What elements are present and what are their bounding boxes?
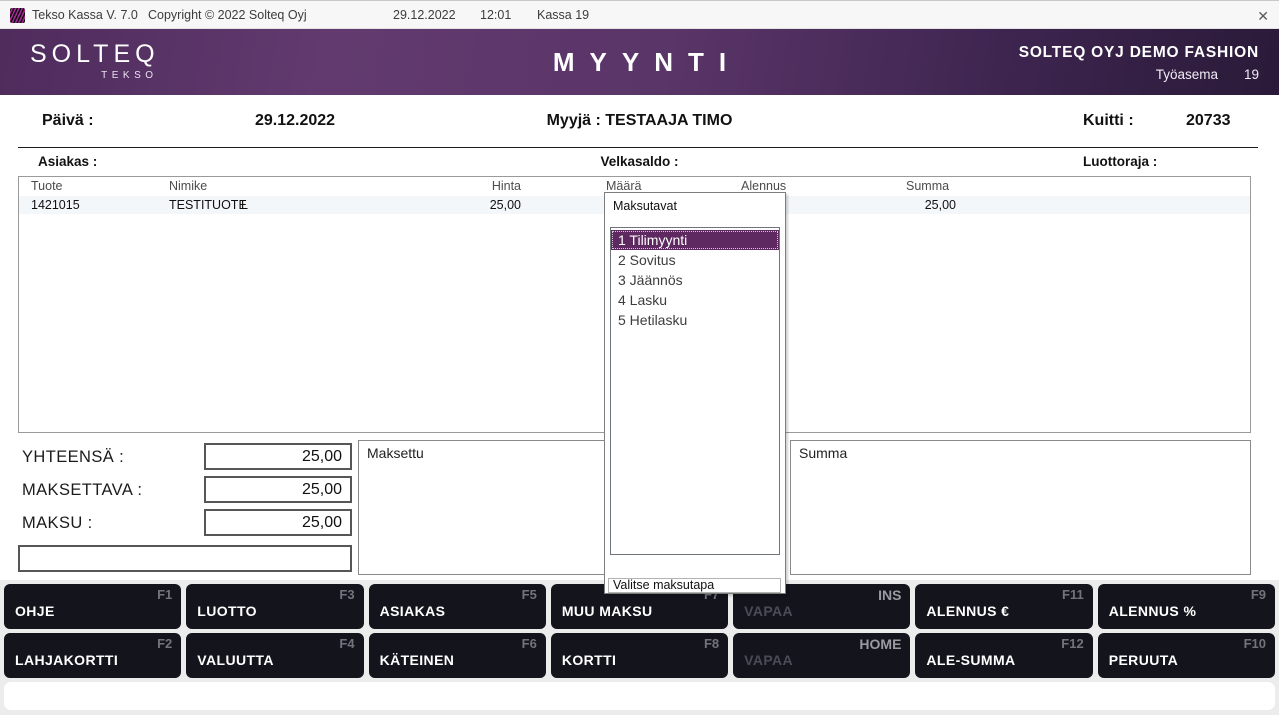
button-ale-summa[interactable]: F12 ALE-SUMMA	[915, 633, 1092, 678]
button-label: OHJE	[15, 603, 55, 619]
button-label: ALE-SUMMA	[926, 652, 1015, 668]
function-button-grid: F1OHJE F3LUOTTO F5ASIAKAS F7MUU MAKSU IN…	[4, 584, 1275, 678]
col-header-maara: Määrä	[606, 179, 641, 193]
list-item-tilimyynti[interactable]: 1 Tilimyynti	[611, 230, 779, 250]
function-button-bar: F1OHJE F3LUOTTO F5ASIAKAS F7MUU MAKSU IN…	[0, 580, 1279, 715]
message-field[interactable]	[18, 545, 352, 572]
list-item-sovitus[interactable]: 2 Sovitus	[611, 250, 779, 270]
store-name: SOLTEQ OYJ DEMO FASHION	[1019, 44, 1259, 62]
cell-koko: L	[241, 198, 248, 212]
fkey-label: F5	[522, 587, 537, 602]
workstation-label: Työasema	[1156, 67, 1218, 82]
fkey-label: F9	[1251, 587, 1266, 602]
list-item-hetilasku[interactable]: 5 Hetilasku	[611, 310, 779, 330]
app-title: Tekso Kassa V. 7.0	[32, 8, 138, 22]
col-header-nimike: Nimike	[169, 179, 207, 193]
payment-methods-dialog: Maksutavat 1 Tilimyynti 2 Sovitus 3 Jään…	[604, 192, 786, 594]
button-alennus-euro[interactable]: F11 ALENNUS €	[915, 584, 1092, 629]
button-label: PERUUTA	[1109, 652, 1178, 668]
button-valuutta[interactable]: F4 VALUUTTA	[186, 633, 363, 678]
payable-label: MAKSETTAVA :	[22, 481, 142, 500]
tekso-logo-icon	[10, 8, 25, 23]
button-lahjakortti[interactable]: F2 LAHJAKORTTI	[4, 633, 181, 678]
button-label: LUOTTO	[197, 603, 257, 619]
titlebar-time: 12:01	[480, 8, 511, 22]
receipt-number: 20733	[1186, 112, 1231, 130]
payment-label: MAKSU :	[22, 514, 93, 533]
fkey-label: INS	[878, 587, 901, 603]
sum-panel-label: Summa	[799, 445, 847, 461]
copyright-text: Copyright © 2022 Solteq Oyj	[148, 8, 307, 22]
col-header-tuote: Tuote	[31, 179, 63, 193]
col-header-alennus: Alennus	[741, 179, 786, 193]
button-label: KORTTI	[562, 652, 617, 668]
close-icon[interactable]: ✕	[1257, 8, 1269, 25]
sum-panel: Summa	[790, 440, 1251, 575]
fkey-label: F10	[1244, 636, 1266, 651]
button-ohje[interactable]: F1 OHJE	[4, 584, 181, 629]
credit-limit-label: Luottoraja :	[1083, 154, 1157, 169]
footer-input-bar[interactable]	[4, 682, 1275, 710]
fkey-label: F2	[157, 636, 172, 651]
workstation-value: 19	[1244, 67, 1259, 82]
titlebar: Tekso Kassa V. 7.0 Copyright © 2022 Solt…	[0, 0, 1279, 29]
button-kateinen[interactable]: F6 KÄTEINEN	[369, 633, 546, 678]
button-alennus-prosentti[interactable]: F9 ALENNUS %	[1098, 584, 1275, 629]
titlebar-date: 29.12.2022	[393, 8, 456, 22]
app-header: SOLTEQ TEKSO MYYNTI SOLTEQ OYJ DEMO FASH…	[0, 29, 1279, 95]
button-label: LAHJAKORTTI	[15, 652, 118, 668]
total-label: YHTEENSÄ :	[22, 448, 124, 467]
cell-summa: 25,00	[879, 198, 956, 212]
button-kortti[interactable]: F8 KORTTI	[551, 633, 728, 678]
fkey-label: HOME	[859, 636, 901, 652]
button-label: MUU MAKSU	[562, 603, 653, 619]
payment-methods-list: 1 Tilimyynti 2 Sovitus 3 Jäännös 4 Lasku…	[610, 227, 780, 555]
list-item-lasku[interactable]: 4 Lasku	[611, 290, 779, 310]
info-divider	[18, 147, 1258, 148]
cell-tuote: 1421015	[31, 198, 80, 212]
fkey-label: F4	[339, 636, 354, 651]
store-info: SOLTEQ OYJ DEMO FASHION Työasema 19	[1019, 44, 1259, 82]
paid-panel-label: Maksettu	[367, 445, 424, 461]
list-item-jaannos[interactable]: 3 Jäännös	[611, 270, 779, 290]
dialog-title: Maksutavat	[613, 199, 677, 213]
button-label: ALENNUS €	[926, 603, 1009, 619]
col-header-summa: Summa	[906, 179, 949, 193]
col-header-hinta: Hinta	[459, 179, 521, 193]
button-vapaa-home: HOME VAPAA	[733, 633, 910, 678]
button-luotto[interactable]: F3 LUOTTO	[186, 584, 363, 629]
fkey-label: F12	[1061, 636, 1083, 651]
button-peruuta[interactable]: F10 PERUUTA	[1098, 633, 1275, 678]
payable-value-field[interactable]: 25,00	[204, 476, 352, 503]
workstation-line: Työasema 19	[1019, 67, 1259, 82]
fkey-label: F1	[157, 587, 172, 602]
fkey-label: F8	[704, 636, 719, 651]
receipt-info-section: Päivä : 29.12.2022 Myyjä : TESTAAJA TIMO…	[0, 95, 1279, 176]
cell-hinta: 25,00	[459, 198, 521, 212]
button-label: VALUUTTA	[197, 652, 274, 668]
pos-window: Tekso Kassa V. 7.0 Copyright © 2022 Solt…	[0, 0, 1279, 715]
receipt-label: Kuitti :	[1083, 112, 1134, 130]
payment-value-field[interactable]: 25,00	[204, 509, 352, 536]
fkey-label: F6	[522, 636, 537, 651]
button-label: VAPAA	[744, 652, 793, 668]
total-value-field[interactable]: 25,00	[204, 443, 352, 470]
button-label: KÄTEINEN	[380, 652, 455, 668]
cell-nimike: TESTITUOTE	[169, 198, 247, 212]
dialog-status-text: Valitse maksutapa	[608, 578, 781, 593]
button-label: ALENNUS %	[1109, 603, 1197, 619]
button-label: VAPAA	[744, 603, 793, 619]
titlebar-station: Kassa 19	[537, 8, 589, 22]
button-asiakas[interactable]: F5 ASIAKAS	[369, 584, 546, 629]
fkey-label: F3	[339, 587, 354, 602]
fkey-label: F11	[1062, 587, 1084, 602]
button-label: ASIAKAS	[380, 603, 446, 619]
